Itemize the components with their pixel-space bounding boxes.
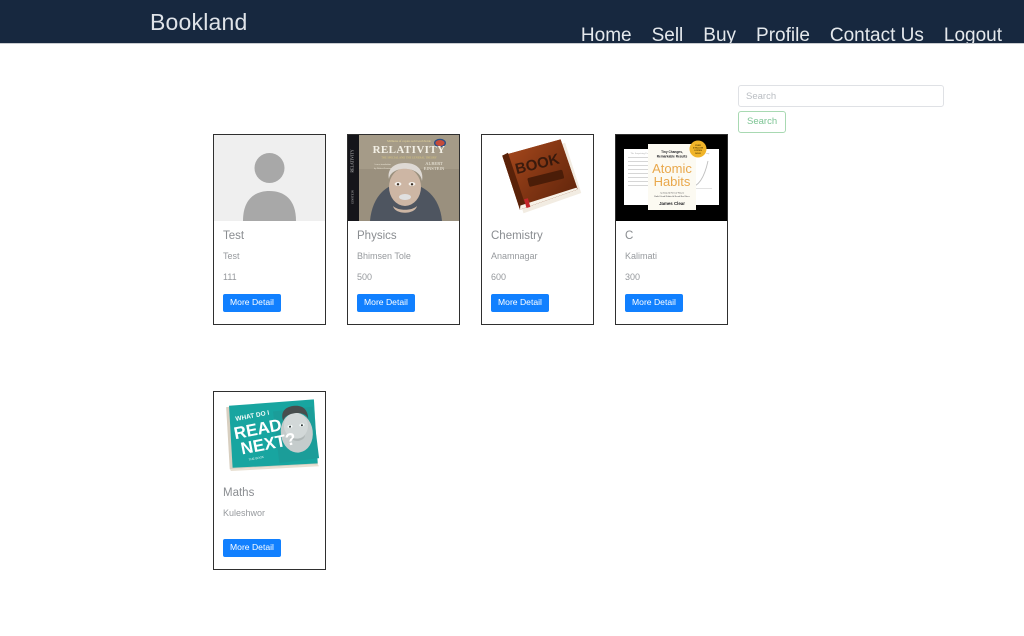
book-card-body: Test Test 111 More Detail <box>214 221 325 324</box>
book-title: C <box>625 230 634 242</box>
book-cover-image: The Surprising Power 1% Better Every Day… <box>616 135 727 221</box>
svg-text:An Easy & Proven Way to: An Easy & Proven Way to <box>660 192 685 195</box>
book-title: Test <box>223 230 245 242</box>
book-price: 300 <box>625 272 641 282</box>
more-detail-button[interactable]: More Detail <box>223 539 281 557</box>
svg-text:Remarkable Results: Remarkable Results <box>657 155 688 159</box>
svg-text:Build Good Habits & Break Bad: Build Good Habits & Break Bad Ones <box>654 196 689 198</box>
book-card-body: Chemistry Anamnagar 600 More Detail <box>482 221 593 324</box>
book-card[interactable]: WHAT DO I READ NEXT? THE BOOK Maths Kule… <box>213 391 326 570</box>
book-cover-image <box>214 135 325 221</box>
more-detail-button[interactable]: More Detail <box>223 294 281 312</box>
svg-text:A new translation: A new translation <box>374 163 392 166</box>
book-card[interactable]: BOOK Chemistry Anamnagar 600 More Detail <box>481 134 594 325</box>
relativity-book-cover-icon: RELATIVITY EINSTEIN Millions of copies s… <box>348 135 459 221</box>
nav-profile[interactable]: Profile <box>746 24 820 43</box>
book-title: Chemistry <box>491 230 543 242</box>
svg-text:THE SPECIAL AND THE GENERAL TH: THE SPECIAL AND THE GENERAL THEORY <box>381 157 437 160</box>
brand-logo[interactable]: Bookland <box>150 8 248 36</box>
svg-text:RELATIVITY: RELATIVITY <box>350 149 355 172</box>
book-card[interactable]: The Surprising Power 1% Better Every Day… <box>615 134 728 325</box>
svg-text:SOLD: SOLD <box>695 153 701 155</box>
search-area: Search <box>738 85 944 133</box>
book-cover-image: BOOK <box>482 135 593 221</box>
svg-text:RELATIVITY: RELATIVITY <box>373 144 446 156</box>
book-card-body: C Kalimati 300 More Detail <box>616 221 727 324</box>
book-title: Physics <box>357 230 397 242</box>
book-price: 111 <box>223 272 237 282</box>
book-card-grid: Test Test 111 More Detail RELATIVITY EIN… <box>213 134 973 636</box>
book-location: Kalimati <box>625 251 658 261</box>
book-title: Maths <box>223 487 255 499</box>
search-button[interactable]: Search <box>738 111 787 133</box>
read-next-cover-icon: WHAT DO I READ NEXT? THE BOOK <box>214 392 325 478</box>
avatar-placeholder-icon <box>214 135 325 221</box>
book-price: 600 <box>491 272 507 282</box>
svg-text:EINSTEIN: EINSTEIN <box>351 189 355 203</box>
book-card[interactable]: RELATIVITY EINSTEIN Millions of copies s… <box>347 134 460 325</box>
svg-text:James Clear: James Clear <box>659 201 685 206</box>
search-input[interactable] <box>738 85 944 107</box>
svg-text:EINSTEIN: EINSTEIN <box>424 166 445 171</box>
svg-text:by Robert Lawson: by Robert Lawson <box>374 167 392 170</box>
nav-contact-us[interactable]: Contact Us <box>820 24 934 43</box>
atomic-habits-cover-icon: The Surprising Power 1% Better Every Day… <box>616 135 727 221</box>
book-location: Anamnagar <box>491 251 538 261</box>
svg-text:Habits: Habits <box>654 174 691 189</box>
nav-links: Home Sell Buy Profile Contact Us Logout <box>571 24 1024 43</box>
book-cover-image: RELATIVITY EINSTEIN Millions of copies s… <box>348 135 459 221</box>
more-detail-button[interactable]: More Detail <box>491 294 549 312</box>
book-price: 500 <box>357 272 373 282</box>
card-row-2: WHAT DO I READ NEXT? THE BOOK Maths Kule… <box>213 391 973 570</box>
book-location: Kuleshwor <box>223 508 266 518</box>
nav-logout[interactable]: Logout <box>934 24 1024 43</box>
navbar: Bookland Home Sell Buy Profile Contact U… <box>0 0 1024 44</box>
book-cover-image: WHAT DO I READ NEXT? THE BOOK <box>214 392 325 478</box>
book-location: Test <box>223 251 240 261</box>
svg-text:Millions of copies sold worldw: Millions of copies sold worldwide <box>387 139 431 143</box>
more-detail-button[interactable]: More Detail <box>357 294 415 312</box>
nav-sell[interactable]: Sell <box>642 24 694 43</box>
card-row-1: Test Test 111 More Detail RELATIVITY EIN… <box>213 134 973 325</box>
book-card-body: Physics Bhimsen Tole 500 More Detail <box>348 221 459 324</box>
nav-buy[interactable]: Buy <box>693 24 746 43</box>
more-detail-button[interactable]: More Detail <box>625 294 683 312</box>
book-location: Bhimsen Tole <box>357 251 411 261</box>
book-card-body: Maths Kuleshwor More Detail <box>214 478 325 569</box>
book-card[interactable]: Test Test 111 More Detail <box>213 134 326 325</box>
brown-book-icon: BOOK <box>482 135 593 221</box>
svg-text:Tiny Changes,: Tiny Changes, <box>661 150 683 154</box>
nav-home[interactable]: Home <box>571 24 642 43</box>
